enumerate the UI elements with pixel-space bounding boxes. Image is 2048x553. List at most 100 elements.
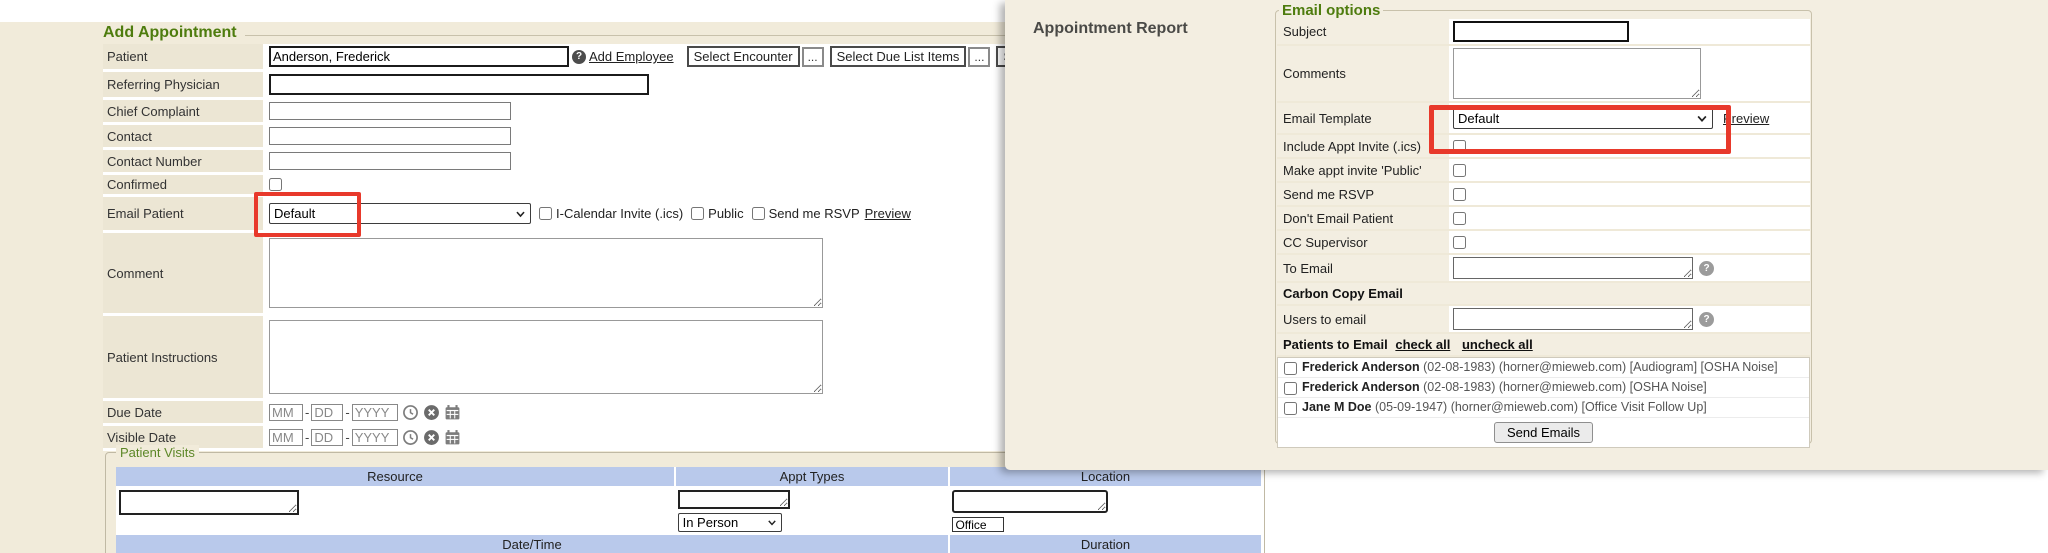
- visible-date-month-input[interactable]: [269, 429, 303, 446]
- patient-name: Jane M Doe: [1302, 400, 1371, 414]
- help-icon[interactable]: ?: [1699, 261, 1714, 276]
- email-options-fieldset: Email options Subject Comments Email Tem…: [1275, 2, 1812, 444]
- referring-physician-input[interactable]: [269, 74, 649, 95]
- resource-input[interactable]: [119, 490, 299, 515]
- patient-email-checkbox[interactable]: [1284, 382, 1297, 395]
- location-input[interactable]: [952, 490, 1108, 513]
- chief-complaint-row: Chief Complaint: [103, 100, 1005, 125]
- patient-visits-legend: Patient Visits: [116, 445, 199, 460]
- patient-email-checkbox[interactable]: [1284, 402, 1297, 415]
- comment-textarea[interactable]: [269, 238, 823, 308]
- add-employee-link[interactable]: Add Employee: [589, 49, 674, 64]
- appt-types-input[interactable]: [678, 490, 790, 509]
- check-all-link[interactable]: check all: [1395, 337, 1450, 352]
- cc-supervisor-checkbox[interactable]: [1453, 236, 1466, 249]
- send-me-rsvp-checkbox[interactable]: [752, 207, 765, 220]
- datetime-column-header: Date/Time: [116, 535, 948, 553]
- visible-date-row: Visible Date - -: [103, 426, 1005, 451]
- contact-input[interactable]: [269, 127, 511, 145]
- patient-email-checkbox[interactable]: [1284, 362, 1297, 375]
- contact-number-input[interactable]: [269, 152, 511, 170]
- patient-visits-header-row-2: Date/Time Duration: [116, 535, 1261, 553]
- include-appt-invite-label: Include Appt Invite (.ics): [1277, 135, 1449, 157]
- comment-label: Comment: [103, 233, 266, 313]
- date-separator: -: [345, 430, 349, 445]
- comments-textarea[interactable]: [1453, 48, 1701, 99]
- uncheck-all-link[interactable]: uncheck all: [1462, 337, 1533, 352]
- public-checkbox[interactable]: [691, 207, 704, 220]
- patient-email-row: Frederick Anderson (02-08-1983) (horner@…: [1278, 378, 1809, 398]
- due-date-month-input[interactable]: [269, 404, 303, 421]
- dont-email-patient-checkbox[interactable]: [1453, 212, 1466, 225]
- clear-icon[interactable]: [423, 404, 440, 421]
- confirmed-checkbox[interactable]: [269, 178, 282, 191]
- patient-details: (02-08-1983) (horner@mieweb.com) [Audiog…: [1423, 360, 1778, 374]
- visible-date-day-input[interactable]: [311, 429, 343, 446]
- to-email-input[interactable]: [1453, 257, 1693, 279]
- contact-row: Contact: [103, 125, 1005, 150]
- calendar-icon[interactable]: [444, 404, 461, 421]
- dont-email-patient-row: Don't Email Patient: [1277, 207, 1810, 231]
- send-me-rsvp-label: Send me RSVP: [1277, 183, 1449, 205]
- help-icon[interactable]: ?: [1699, 312, 1714, 327]
- help-icon[interactable]: ?: [572, 50, 586, 64]
- appt-type-select[interactable]: In Person: [678, 513, 782, 532]
- clock-icon[interactable]: [402, 429, 419, 446]
- patient-email-row: Jane M Doe (05-09-1947) (horner@mieweb.c…: [1278, 398, 1809, 418]
- clear-icon[interactable]: [423, 429, 440, 446]
- date-separator: -: [345, 405, 349, 420]
- due-date-year-input[interactable]: [352, 404, 398, 421]
- patients-to-email-title: Patients to Email: [1283, 337, 1388, 352]
- patient-name: Frederick Anderson: [1302, 380, 1420, 394]
- patient-email-row: Frederick Anderson (02-08-1983) (horner@…: [1278, 358, 1809, 378]
- email-template-label: Email Template: [1277, 103, 1449, 133]
- patient-name: Frederick Anderson: [1302, 360, 1420, 374]
- make-invite-public-checkbox[interactable]: [1453, 164, 1466, 177]
- send-emails-button[interactable]: Send Emails: [1494, 422, 1593, 443]
- cc-supervisor-label: CC Supervisor: [1277, 231, 1449, 253]
- subject-input[interactable]: [1453, 21, 1629, 42]
- dont-email-patient-label: Don't Email Patient: [1277, 207, 1449, 229]
- cc-supervisor-row: CC Supervisor: [1277, 231, 1810, 255]
- icalendar-invite-checkbox[interactable]: [539, 207, 552, 220]
- subject-label: Subject: [1277, 19, 1449, 44]
- patient-details: (05-09-1947) (horner@mieweb.com) [Office…: [1375, 400, 1707, 414]
- clock-icon[interactable]: [402, 404, 419, 421]
- duration-column-header: Duration: [950, 535, 1261, 553]
- resource-column-header: Resource: [116, 467, 674, 486]
- form-title: Add Appointment: [103, 24, 237, 42]
- highlight-box-email-template-default: [1429, 105, 1731, 154]
- patient-input[interactable]: [269, 46, 569, 67]
- select-encounter-button[interactable]: Select Encounter: [687, 46, 800, 67]
- preview-link[interactable]: Preview: [865, 206, 911, 221]
- highlight-box-email-patient-default: [254, 192, 361, 237]
- due-date-row: Due Date - -: [103, 401, 1005, 426]
- carbon-copy-header: Carbon Copy Email: [1277, 283, 1810, 306]
- send-me-rsvp-checkbox[interactable]: [1453, 188, 1466, 201]
- select-encounter-ellipsis-button[interactable]: ...: [802, 47, 824, 67]
- fieldset-rule: [245, 35, 1005, 36]
- chief-complaint-input[interactable]: [269, 102, 511, 120]
- referring-physician-row: Referring Physician: [103, 72, 1005, 100]
- contact-number-label: Contact Number: [103, 150, 266, 172]
- select-c-button[interactable]: Select C: [996, 46, 1005, 67]
- due-date-day-input[interactable]: [311, 404, 343, 421]
- location-office-input[interactable]: [952, 517, 1004, 532]
- patient-details: (02-08-1983) (horner@mieweb.com) [OSHA N…: [1423, 380, 1707, 394]
- due-date-label: Due Date: [103, 401, 266, 423]
- email-patient-row: Email Patient Default I-Calendar Invite …: [103, 197, 1005, 233]
- date-separator: -: [305, 430, 309, 445]
- screen: Add Appointment Patient ? Add Employee S…: [0, 0, 2048, 553]
- patient-instructions-textarea[interactable]: [269, 320, 823, 394]
- contact-number-row: Contact Number: [103, 150, 1005, 175]
- make-invite-public-row: Make appt invite 'Public': [1277, 159, 1810, 183]
- make-invite-public-label: Make appt invite 'Public': [1277, 159, 1449, 181]
- select-due-list-items-button[interactable]: Select Due List Items: [830, 46, 967, 67]
- visible-date-year-input[interactable]: [352, 429, 398, 446]
- calendar-icon[interactable]: [444, 429, 461, 446]
- comments-label: Comments: [1277, 46, 1449, 101]
- appt-types-column-header: Appt Types: [676, 467, 948, 486]
- users-to-email-input[interactable]: [1453, 308, 1693, 330]
- select-due-list-ellipsis-button[interactable]: ...: [968, 47, 990, 67]
- users-to-email-row: Users to email ?: [1277, 306, 1810, 334]
